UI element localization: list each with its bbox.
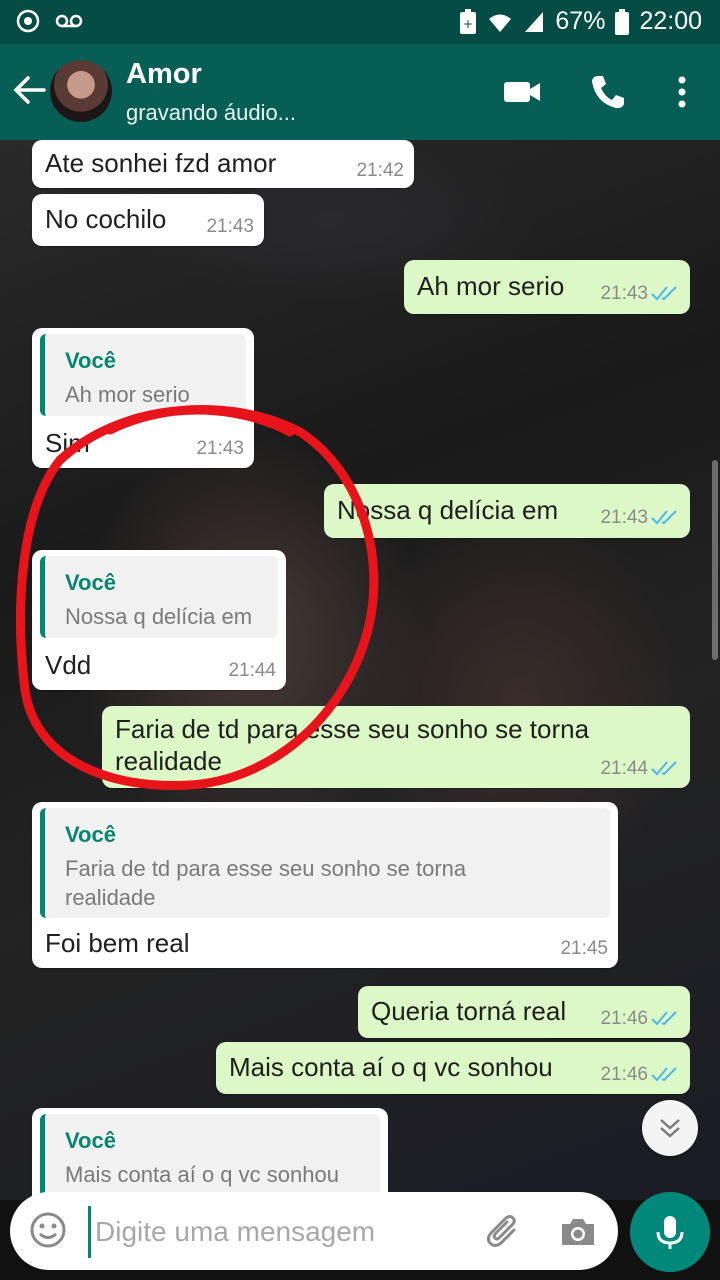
contact-name[interactable]: Amor bbox=[126, 58, 202, 91]
battery-percent: 67% bbox=[555, 7, 606, 35]
voice-call-icon[interactable] bbox=[588, 72, 628, 112]
read-receipt-icon bbox=[651, 761, 677, 776]
camera-icon[interactable] bbox=[558, 1212, 598, 1252]
message-time: 21:43 bbox=[196, 438, 244, 459]
message-text: realidade bbox=[115, 746, 222, 776]
message-time: 21:43 bbox=[600, 507, 648, 528]
quote-author: Você bbox=[65, 1128, 116, 1153]
quoted-message[interactable]: Você Nossa q delícia em bbox=[40, 556, 278, 638]
read-receipt-icon bbox=[651, 510, 677, 525]
message-outgoing[interactable]: Ah mor serio 21:43 bbox=[404, 260, 690, 314]
battery-icon bbox=[615, 8, 630, 35]
message-time: 21:43 bbox=[206, 216, 254, 237]
clock: 22:00 bbox=[639, 7, 702, 35]
message-incoming-reply[interactable]: Você Mais conta aí o q vc sonhou bbox=[32, 1108, 388, 1200]
message-text: Ah mor serio bbox=[417, 271, 565, 301]
message-text: No cochilo bbox=[45, 204, 167, 234]
wifi-icon bbox=[489, 14, 512, 32]
message-text: Faria de td para esse seu sonho se torna bbox=[115, 714, 590, 744]
message-time: 21:44 bbox=[228, 660, 276, 681]
message-text: Vdd bbox=[45, 650, 92, 680]
message-time: 21:46 bbox=[600, 1008, 648, 1029]
message-time: 21:43 bbox=[600, 283, 648, 304]
scroll-to-bottom-button[interactable] bbox=[642, 1100, 698, 1156]
quote-author: Você bbox=[65, 570, 116, 595]
quote-text: Ah mor serio bbox=[65, 382, 190, 407]
message-text: Sim bbox=[45, 428, 90, 458]
message-incoming-reply[interactable]: Você Ah mor serio Sim 21:43 bbox=[32, 328, 254, 468]
quote-author: Você bbox=[65, 822, 116, 847]
quote-text: Nossa q delícia em bbox=[65, 604, 253, 629]
message-time: 21:46 bbox=[600, 1064, 648, 1085]
signal-icon bbox=[525, 11, 544, 32]
quoted-message[interactable]: Você Faria de td para esse seu sonho se … bbox=[40, 808, 610, 918]
read-receipt-icon bbox=[651, 1067, 677, 1082]
message-incoming-reply[interactable]: Você Nossa q delícia em Vdd 21:44 bbox=[32, 550, 286, 690]
chat-header: Amor gravando áudio... bbox=[0, 44, 720, 140]
message-outgoing[interactable]: Nossa q delícia em 21:43 bbox=[324, 484, 690, 538]
chat-scrollbar[interactable] bbox=[712, 460, 718, 660]
message-text: Queria torná real bbox=[371, 996, 567, 1026]
message-incoming[interactable]: No cochilo 21:43 bbox=[32, 194, 264, 246]
more-options-icon[interactable] bbox=[662, 72, 702, 112]
message-outgoing[interactable]: Queria torná real 21:46 bbox=[358, 986, 690, 1038]
quoted-message[interactable]: Você Mais conta aí o q vc sonhou bbox=[40, 1114, 380, 1200]
read-receipt-icon bbox=[651, 286, 677, 301]
read-receipt-icon bbox=[651, 1011, 677, 1026]
message-text: Nossa q delícia em bbox=[337, 495, 559, 525]
emoji-icon[interactable] bbox=[28, 1210, 68, 1250]
video-call-icon[interactable] bbox=[502, 72, 542, 112]
contact-status: gravando áudio... bbox=[126, 100, 297, 125]
message-input[interactable] bbox=[88, 1206, 477, 1258]
voice-record-button[interactable] bbox=[630, 1192, 710, 1272]
microphone-icon bbox=[656, 1216, 684, 1249]
message-text: Foi bem real bbox=[45, 928, 190, 958]
chrome-icon bbox=[16, 9, 40, 33]
message-outgoing[interactable]: Faria de td para esse seu sonho se torna… bbox=[102, 706, 690, 788]
double-chevron-down-icon bbox=[660, 1119, 680, 1138]
quote-author: Você bbox=[65, 348, 116, 373]
message-incoming[interactable]: Ate sonhei fzd amor 21:42 bbox=[32, 140, 414, 188]
message-text: Ate sonhei fzd amor bbox=[45, 148, 277, 178]
message-time: 21:42 bbox=[356, 160, 404, 181]
voicemail-icon bbox=[55, 14, 83, 28]
attach-icon[interactable] bbox=[484, 1212, 524, 1252]
quote-text: Mais conta aí o q vc sonhou bbox=[65, 1162, 339, 1187]
message-text: Mais conta aí o q vc sonhou bbox=[229, 1052, 553, 1082]
message-time: 21:44 bbox=[600, 758, 648, 779]
battery-saver-icon: + bbox=[460, 8, 477, 34]
svg-text:+: + bbox=[463, 17, 473, 31]
message-time: 21:45 bbox=[560, 938, 608, 959]
quoted-message[interactable]: Você Ah mor serio bbox=[40, 334, 246, 416]
chat-background: Ate sonhei fzd amor 21:42 No cochilo 21:… bbox=[0, 140, 720, 1200]
contact-avatar[interactable] bbox=[50, 60, 112, 122]
quote-text: realidade bbox=[65, 885, 156, 910]
back-arrow-icon[interactable] bbox=[12, 72, 48, 108]
message-incoming-reply[interactable]: Você Faria de td para esse seu sonho se … bbox=[32, 802, 618, 968]
message-outgoing[interactable]: Mais conta aí o q vc sonhou 21:46 bbox=[216, 1042, 690, 1094]
message-composer bbox=[10, 1192, 618, 1270]
quote-text: Faria de td para esse seu sonho se torna bbox=[65, 856, 467, 881]
status-bar: + 67% 22:00 bbox=[0, 0, 720, 44]
